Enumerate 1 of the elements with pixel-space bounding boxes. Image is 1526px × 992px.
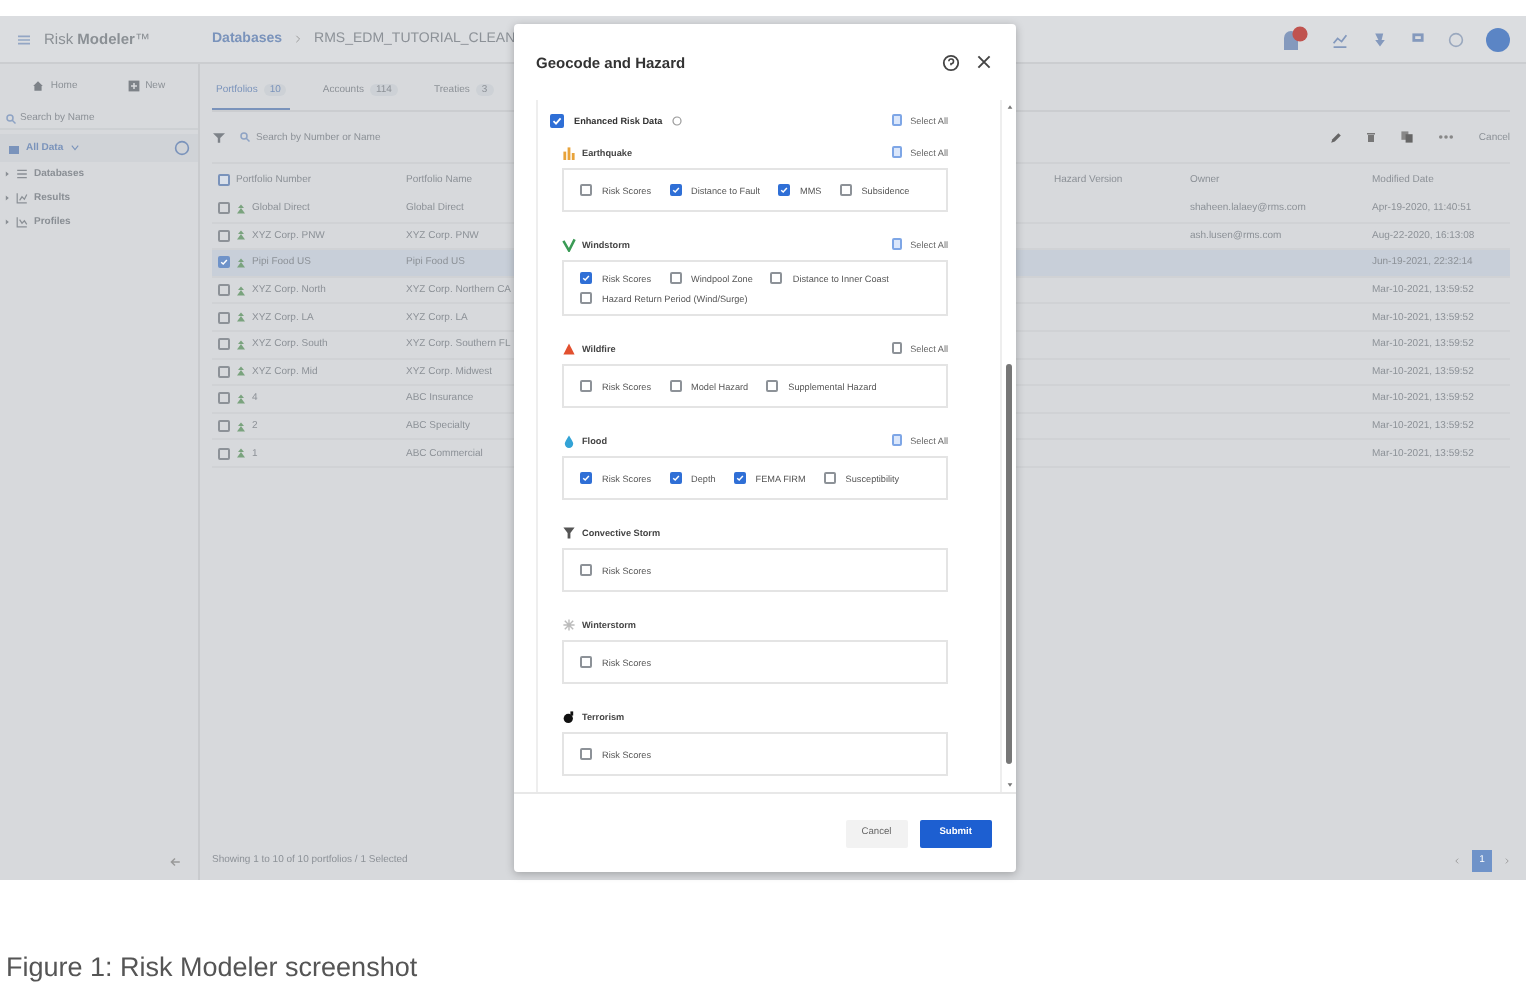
figure-caption: Figure 1: Risk Modeler screenshot bbox=[4, 950, 420, 982]
